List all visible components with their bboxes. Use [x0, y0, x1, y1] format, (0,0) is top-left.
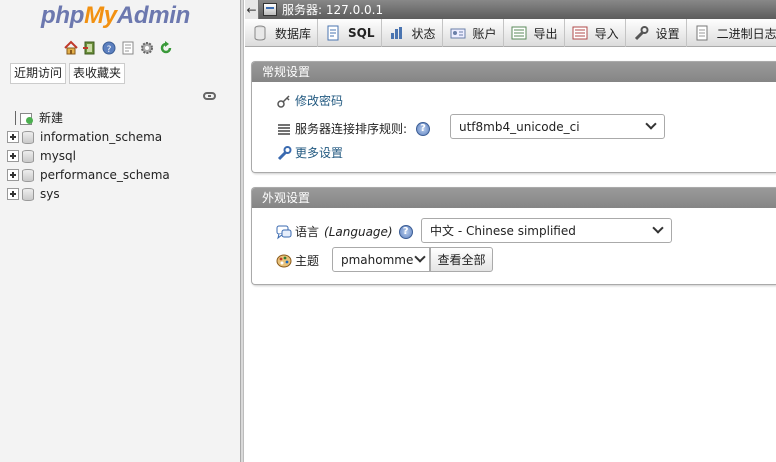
logo-admin: Admin: [116, 2, 191, 29]
language-label-en: (Language): [324, 224, 393, 239]
new-database-icon: [15, 110, 33, 125]
help-icon[interactable]: ?: [398, 224, 413, 239]
database-label[interactable]: mysql: [40, 149, 76, 163]
tab-accounts[interactable]: 账户: [443, 19, 504, 47]
database-icon: [252, 25, 268, 41]
tab-label: 状态: [411, 26, 436, 41]
home-icon[interactable]: [63, 40, 79, 56]
server-breadcrumb: ← 服务器: 127.0.0.1: [245, 0, 776, 19]
status-icon: [389, 25, 405, 41]
change-password-row: 修改密码: [276, 92, 343, 109]
tree-item-information-schema[interactable]: information_schema: [7, 127, 170, 146]
top-menu: 数据库 SQL 状态 账户 导出 导入 设置 二进制日志: [245, 19, 776, 47]
tab-import[interactable]: 导入: [565, 19, 626, 47]
tab-label: 二进制日志: [716, 26, 776, 41]
general-settings-panel: 常规设置 修改密码 服务器连接排序规则: ? utf8mb4_unicode_c…: [251, 61, 776, 173]
list-icon: [276, 121, 292, 137]
help-icon[interactable]: ?: [101, 40, 117, 56]
tab-settings[interactable]: 设置: [626, 19, 687, 47]
import-icon: [572, 25, 588, 41]
tab-export[interactable]: 导出: [504, 19, 565, 47]
link-with-main-icon[interactable]: [203, 92, 216, 100]
docs-icon[interactable]: [120, 40, 136, 56]
tab-sql[interactable]: SQL: [318, 19, 382, 47]
database-icon: [22, 168, 34, 182]
collation-row: 服务器连接排序规则: ?: [276, 120, 431, 137]
server-icon: [263, 3, 277, 16]
more-settings-row: 更多设置: [276, 144, 343, 161]
server-label[interactable]: 服务器: 127.0.0.1: [282, 1, 383, 18]
language-value: 中文 - Chinese simplified: [430, 224, 576, 238]
tab-label: SQL: [348, 26, 375, 40]
logo-my: My: [84, 2, 117, 29]
reload-icon[interactable]: [158, 40, 174, 56]
accounts-icon: [450, 25, 466, 41]
collapse-nav-arrow-icon[interactable]: ←: [245, 0, 259, 19]
expand-icon[interactable]: [7, 130, 19, 143]
export-icon: [511, 25, 527, 41]
theme-row: 主题: [276, 252, 319, 269]
chevron-down-icon: [414, 251, 426, 263]
key-icon: [276, 93, 292, 109]
theme-label: 主题: [295, 254, 320, 268]
palette-icon: [276, 253, 292, 269]
tab-label: 数据库: [275, 26, 312, 41]
recent-tab[interactable]: 近期访问: [10, 63, 67, 84]
tree-item-mysql[interactable]: mysql: [7, 146, 170, 165]
language-select[interactable]: 中文 - Chinese simplified: [421, 218, 672, 243]
binlog-icon: [694, 25, 710, 41]
collation-select[interactable]: utf8mb4_unicode_ci: [450, 114, 665, 139]
quick-icons: ?: [63, 39, 174, 57]
view-all-themes-button[interactable]: 查看全部: [430, 247, 493, 272]
tab-label: 导入: [594, 26, 619, 41]
more-settings-link[interactable]: 更多设置: [295, 144, 343, 161]
nav-tabs: 近期访问 表收藏夹: [10, 63, 126, 84]
phpmyadmin-logo[interactable]: phpMyAdmin: [41, 2, 190, 30]
tree-item-performance-schema[interactable]: performance_schema: [7, 165, 170, 184]
wrench-icon: [633, 25, 649, 41]
sql-icon: [325, 25, 341, 41]
new-database-label[interactable]: 新建: [39, 109, 63, 126]
tree-item-sys[interactable]: sys: [7, 184, 170, 203]
navigation-panel: phpMyAdmin ? 近期访问 表收藏夹 新建 information_sc…: [0, 0, 241, 462]
tree-item-new[interactable]: 新建: [7, 108, 170, 127]
database-label[interactable]: information_schema: [40, 130, 162, 144]
svg-text:?: ?: [107, 45, 112, 55]
theme-value: pmahomme: [341, 252, 414, 267]
database-label[interactable]: sys: [40, 187, 60, 201]
panel-resizer[interactable]: [241, 0, 244, 462]
logout-icon[interactable]: [82, 40, 98, 56]
wrench-icon: [276, 145, 292, 161]
expand-icon[interactable]: [7, 187, 19, 200]
help-icon[interactable]: ?: [416, 121, 431, 136]
tab-status[interactable]: 状态: [382, 19, 443, 47]
language-row: 语言 (Language) ?: [276, 223, 413, 240]
tab-databases[interactable]: 数据库: [245, 19, 319, 47]
logo-php: php: [41, 2, 85, 29]
gear-icon[interactable]: [139, 40, 155, 56]
chevron-down-icon: [645, 118, 657, 130]
database-tree: 新建 information_schema mysql performance_…: [7, 108, 170, 203]
general-settings-title: 常规设置: [252, 62, 776, 82]
chevron-down-icon: [652, 222, 664, 234]
language-icon: [276, 224, 292, 240]
appearance-settings-panel: 外观设置 语言 (Language) ? 中文 - Chinese simpli…: [251, 187, 776, 285]
database-icon: [22, 187, 34, 201]
change-password-link[interactable]: 修改密码: [295, 92, 343, 109]
database-icon: [22, 130, 34, 144]
collation-value: utf8mb4_unicode_ci: [459, 119, 580, 134]
tab-binary-log[interactable]: 二进制日志: [687, 19, 776, 47]
tab-label: 设置: [655, 26, 680, 41]
tab-label: 导出: [533, 26, 558, 41]
expand-icon[interactable]: [7, 149, 19, 162]
language-label: 语言: [295, 225, 320, 239]
favorites-tab[interactable]: 表收藏夹: [69, 63, 126, 84]
collation-label: 服务器连接排序规则:: [295, 122, 408, 136]
database-label[interactable]: performance_schema: [40, 168, 170, 182]
database-icon: [22, 149, 34, 163]
expand-icon[interactable]: [7, 168, 19, 181]
theme-select[interactable]: pmahomme: [332, 247, 430, 272]
tab-label: 账户: [472, 26, 497, 41]
appearance-settings-title: 外观设置: [252, 188, 776, 208]
